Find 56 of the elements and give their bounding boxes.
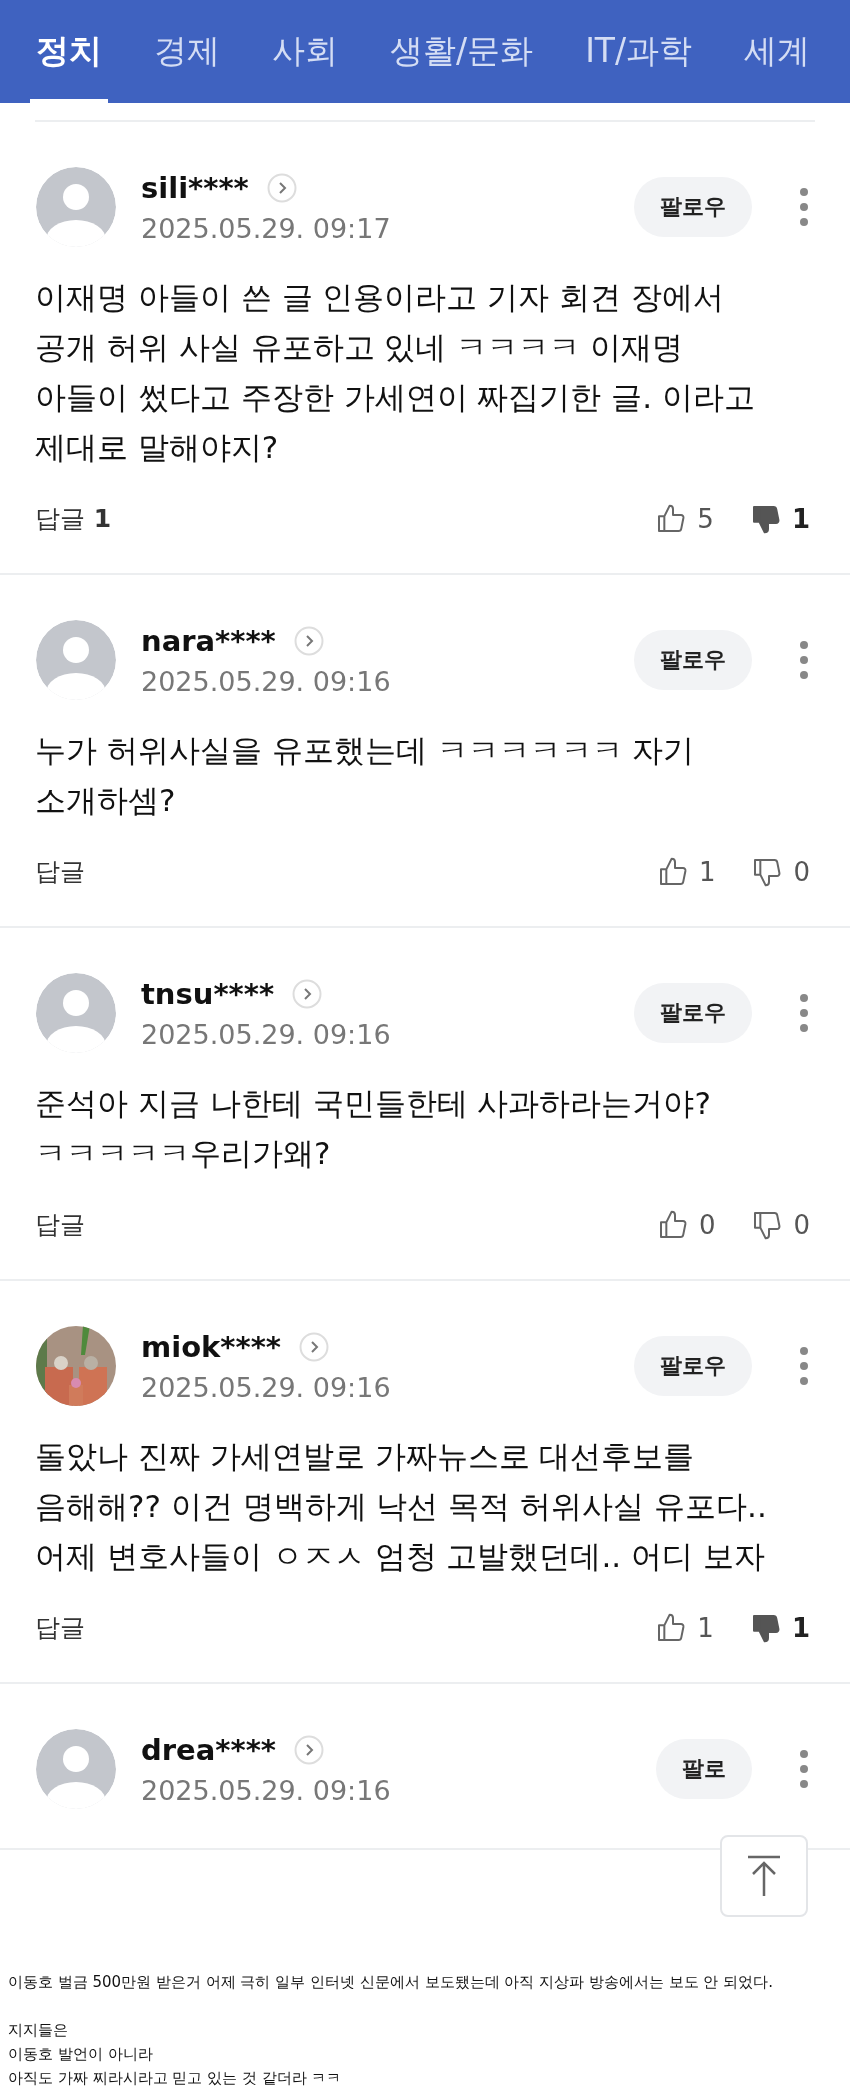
- like-button[interactable]: 0: [656, 1208, 716, 1241]
- reply-button[interactable]: 답글 1: [35, 502, 620, 535]
- username[interactable]: tnsu****: [141, 976, 275, 1011]
- comment-date: 2025.05.29. 09:16: [141, 665, 392, 697]
- more-icon[interactable]: [798, 187, 810, 227]
- category-tab[interactable]: 세계: [738, 0, 817, 103]
- comment-date: 2025.05.29. 09:16: [141, 1371, 392, 1403]
- reply-button[interactable]: 답글: [35, 1208, 621, 1241]
- comment-text: 준석아 지금 나한테 국민들한테 사과하라는거야? ㅋㅋㅋㅋㅋ우리가왜?: [35, 1084, 712, 1173]
- category-tab[interactable]: IT/과학: [579, 0, 699, 103]
- comment-date: 2025.05.29. 09:16: [141, 1018, 392, 1050]
- dislike-button[interactable]: 0: [751, 1208, 810, 1241]
- follow-button[interactable]: 팔로우: [634, 630, 752, 690]
- username[interactable]: nara****: [141, 623, 276, 658]
- category-tab[interactable]: 경제: [148, 0, 226, 103]
- follow-button[interactable]: 팔로우: [634, 1336, 752, 1396]
- dislike-button[interactable]: 1: [749, 1611, 810, 1644]
- caption-text: 이동호 발언이 아니라: [8, 2044, 154, 2065]
- follow-button[interactable]: 팔로우: [634, 983, 752, 1043]
- avatar-icon: [35, 619, 117, 701]
- chevron-right-icon[interactable]: [266, 172, 297, 203]
- comment-date: 2025.05.29. 09:17: [141, 212, 392, 244]
- avatar-icon: [35, 972, 117, 1054]
- username[interactable]: sili****: [141, 170, 249, 205]
- caption-text: 이동호 벌금 500만원 받은거 어제 극히 일부 인터넷 신문에서 보도됐는데 아직 지상파 방송에서는 보도 안 되었다.: [8, 1972, 774, 1993]
- username[interactable]: miok****: [141, 1329, 282, 1364]
- reply-button[interactable]: 답글: [35, 855, 621, 888]
- chevron-right-icon[interactable]: [293, 625, 324, 656]
- comment-date: 2025.05.29. 09:16: [141, 1774, 392, 1806]
- more-icon[interactable]: [798, 1749, 810, 1789]
- comment-text: 누가 허위사실을 유포했는데 ㅋㅋㅋㅋㅋㅋ 자기 소개하셈?: [35, 731, 696, 820]
- more-icon[interactable]: [798, 1346, 810, 1386]
- more-icon[interactable]: [798, 640, 810, 680]
- avatar-icon: [35, 1728, 117, 1810]
- avatar-icon: [35, 166, 117, 248]
- follow-button[interactable]: 팔로: [656, 1739, 752, 1799]
- chevron-right-icon[interactable]: [292, 978, 323, 1009]
- dislike-button[interactable]: 1: [749, 502, 810, 535]
- like-button[interactable]: 1: [656, 855, 716, 888]
- follow-button[interactable]: 팔로우: [634, 177, 752, 237]
- category-tab[interactable]: 생활/문화: [384, 0, 540, 103]
- comment-text: 돌았나 진짜 가세연발로 가짜뉴스로 대선후보를 음해해?? 이건 명백하게 낙선 목적 허위사실 유포다.. 어제 변호사들이 ㅇㅈㅅ 엄청 고발했던데.. 어디 보자: [35, 1437, 768, 1576]
- category-tab[interactable]: 정치: [30, 0, 108, 103]
- like-button[interactable]: 5: [655, 502, 714, 535]
- dislike-button[interactable]: 0: [751, 855, 810, 888]
- chevron-right-icon[interactable]: [293, 1734, 324, 1765]
- more-icon[interactable]: [798, 993, 810, 1033]
- reply-button[interactable]: 답글: [35, 1611, 620, 1644]
- like-button[interactable]: 1: [655, 1611, 714, 1644]
- scroll-top-button[interactable]: [720, 1835, 808, 1917]
- category-tab[interactable]: 사회: [266, 0, 344, 103]
- caption-text: 지지들은: [8, 2020, 69, 2041]
- chevron-right-icon[interactable]: [299, 1331, 330, 1362]
- username[interactable]: drea****: [141, 1732, 276, 1767]
- comment-text: 이재명 아들이 쓴 글 인용이라고 기자 회견 장에서 공개 허위 사실 유포하고 있네 ㅋㅋㅋㅋ 이재명 아들이 썼다고 주장한 가세연이 짜집기한 글. 이라고 제대로 말해야지?: [35, 278, 756, 467]
- caption-text: 아직도 가짜 찌라시라고 믿고 있는 것 같더라 ㅋㅋ: [8, 2068, 343, 2089]
